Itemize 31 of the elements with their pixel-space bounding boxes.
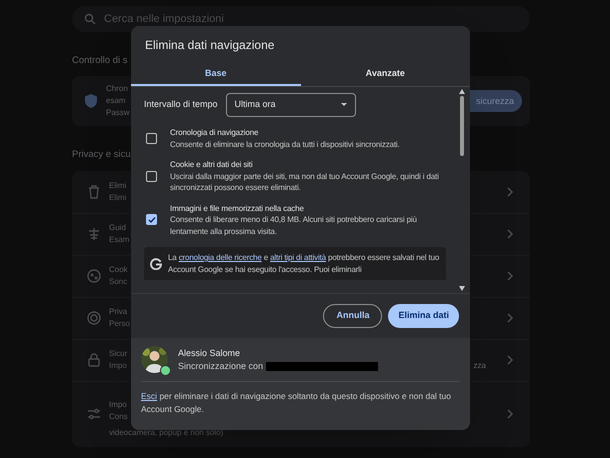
row-title: Impo (109, 399, 127, 411)
sync-status: Sincronizzazione con (178, 360, 264, 372)
row-subtitle: Esam (109, 234, 130, 246)
account-name: Alessio Salome (178, 346, 242, 360)
row-subtitle: videocamera, popup e non solo) (109, 427, 224, 439)
option-description: Consente di eliminare la cronologia da tutti i dispositivi sincronizzati. (170, 138, 400, 150)
notice-text: La cronologia delle ricerche e altri tipi di attività potrebbero essere salvati nel tuo Account Google se hai eseguito l'accesso. Puoi eliminarli (168, 252, 440, 275)
dialog-title: Elimina dati navigazione (144, 37, 276, 54)
row-subtitle: Cons (109, 411, 128, 423)
option-description: Consente di liberare meno di 40,8 MB. Alcuni siti potrebbero caricarsi più lentamente alla prossima visita. (170, 214, 418, 237)
row-title: Sicur (109, 348, 128, 360)
section-heading: Privacy e sicu (72, 148, 132, 162)
row-subtitle: Impo (109, 360, 127, 372)
field-label: Intervallo di tempo (144, 98, 218, 112)
row-title: Priva (109, 306, 128, 318)
option-title: Cronologia di navigazione (170, 127, 260, 138)
row-title: Guid (109, 222, 126, 234)
sign-out-text: Esci per eliminare i dati di navigazione soltanto da questo dispositivo e non dal tuo Account Google. (141, 390, 452, 416)
row-trailing-text: zza (474, 360, 486, 372)
row-subtitle: Perso (109, 318, 130, 330)
section-heading: Controllo di s (72, 54, 128, 68)
option-title: Cookie e altri dati dei siti (170, 159, 254, 170)
row-title: Elimi (109, 180, 126, 192)
option-title: Immagini e file memorizzati nella cache (170, 202, 305, 214)
card-text: Chron (106, 83, 129, 96)
card-text: esam (106, 95, 127, 108)
card-text: Passw (106, 107, 130, 120)
row-title: Cook (109, 264, 128, 276)
row-subtitle: Sonc (109, 276, 128, 288)
row-subtitle: Elimi (109, 192, 126, 204)
option-description: Uscirai dalla maggior parte dei siti, ma non dal tuo Account Google, quindi i dati sincronizzati possono essere eliminati. (170, 170, 440, 194)
